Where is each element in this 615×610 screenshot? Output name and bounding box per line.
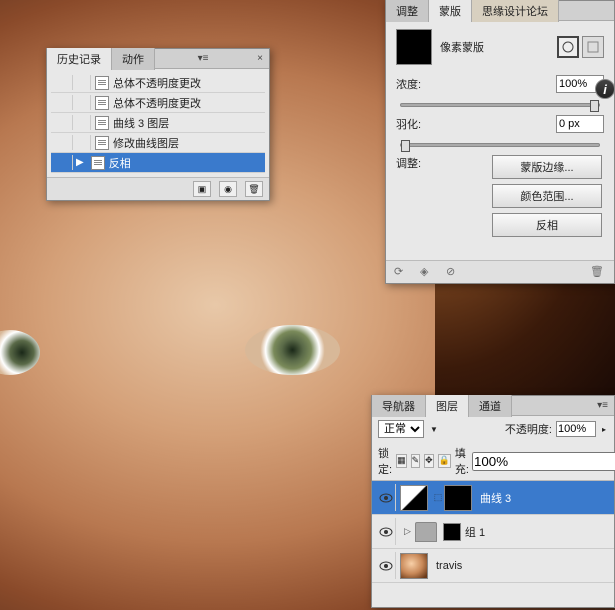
panel-close-icon[interactable]: × [251, 53, 269, 64]
layers-tabs: 导航器 图层 通道 ▾≡ [372, 396, 614, 416]
history-step-icon [95, 116, 109, 130]
vector-mask-button[interactable] [582, 36, 604, 58]
visibility-toggle[interactable] [376, 552, 396, 579]
history-tabs: 历史记录 动作 ▾≡ × [47, 49, 269, 69]
link-icon[interactable]: ⬚ [432, 492, 444, 503]
lock-all-icon[interactable]: 🔒 [438, 454, 451, 468]
history-item-label: 曲线 3 图层 [113, 115, 169, 131]
opacity-input[interactable] [556, 421, 596, 437]
feather-slider[interactable] [400, 143, 600, 147]
group-mask-thumb[interactable] [443, 523, 461, 541]
layers-controls: 正常 ▼ 不透明度: ▸ [372, 416, 614, 442]
layer-item-group[interactable]: ▷ 组 1 [372, 515, 614, 549]
eye-icon [379, 493, 393, 503]
adjust-label: 调整: [396, 155, 436, 171]
history-step-icon [95, 96, 109, 110]
density-slider[interactable] [400, 103, 600, 107]
slider-thumb-icon[interactable] [590, 100, 599, 112]
expand-icon[interactable]: ▷ [400, 526, 415, 537]
mask-body: 像素蒙版 浓度: 羽化: 调整: [386, 21, 614, 260]
layer-name[interactable]: travis [436, 560, 462, 572]
fill-input[interactable] [472, 452, 615, 471]
history-item-label: 反相 [109, 155, 131, 171]
mask-panel: 调整 蒙版 思缘设计论坛 像素蒙版 浓度: 羽化: [385, 0, 615, 284]
panel-menu-icon[interactable]: ▾≡ [192, 53, 215, 64]
trash-icon[interactable]: 🗑 [245, 181, 263, 197]
feather-label: 羽化: [396, 116, 436, 132]
layer-thumb[interactable] [400, 553, 428, 579]
mask-type-label: 像素蒙版 [440, 39, 484, 55]
canvas-eye-right [245, 325, 340, 375]
history-item-label: 总体不透明度更改 [113, 95, 201, 111]
lock-paint-icon[interactable]: ✎ [411, 454, 421, 468]
slider-thumb-icon[interactable] [401, 140, 410, 152]
eye-icon [379, 561, 393, 571]
lock-row: 锁定: ▦ ✎ ✥ 🔒 填充: ▸ [372, 442, 614, 481]
history-item-label: 修改曲线图层 [113, 135, 179, 151]
history-current-icon: ▶ [73, 157, 87, 168]
mask-tabs: 调整 蒙版 思缘设计论坛 [386, 1, 614, 21]
tab-forum[interactable]: 思缘设计论坛 [472, 0, 559, 22]
layer-item-image[interactable]: travis [372, 549, 614, 583]
color-range-button[interactable]: 颜色范围... [492, 184, 602, 208]
tab-actions[interactable]: 动作 [112, 48, 155, 70]
tab-adjustments[interactable]: 调整 [386, 0, 429, 22]
panel-menu-icon[interactable]: ▾≡ [591, 400, 614, 411]
info-icon[interactable]: i [595, 79, 615, 99]
eye-icon [379, 527, 393, 537]
mask-preview[interactable] [396, 29, 432, 65]
layers-panel: 导航器 图层 通道 ▾≡ 正常 ▼ 不透明度: ▸ 锁定: ▦ ✎ ✥ 🔒 填充… [371, 395, 615, 608]
history-item[interactable]: 总体不透明度更改 [51, 93, 265, 113]
density-label: 浓度: [396, 76, 436, 92]
mask-footer: ⟳ ◈ ⊘ 🗑 [386, 260, 614, 283]
feather-input[interactable] [556, 115, 604, 133]
adjustment-thumb[interactable] [400, 485, 428, 511]
blend-mode-select[interactable]: 正常 [378, 420, 424, 438]
layer-name[interactable]: 组 1 [465, 524, 485, 540]
history-item[interactable]: 曲线 3 图层 [51, 113, 265, 133]
pixel-mask-button[interactable] [557, 36, 579, 58]
history-snapshot-icon[interactable]: ▣ [193, 181, 211, 197]
history-step-icon [95, 136, 109, 150]
layer-item-curves[interactable]: ⬚ 曲线 3 [372, 481, 614, 515]
history-item[interactable]: 总体不透明度更改 [51, 73, 265, 93]
lock-move-icon[interactable]: ✥ [424, 454, 434, 468]
history-new-icon[interactable]: ◉ [219, 181, 237, 197]
loading-icon: ⟳ [394, 265, 410, 279]
history-list: 总体不透明度更改 总体不透明度更改 曲线 3 图层 修改曲线图层 ▶ 反相 [47, 69, 269, 177]
mask-disable-icon[interactable]: ⊘ [446, 265, 462, 279]
tab-history[interactable]: 历史记录 [47, 48, 112, 70]
history-item[interactable]: 修改曲线图层 [51, 133, 265, 153]
tab-navigator[interactable]: 导航器 [372, 395, 426, 417]
visibility-toggle[interactable] [376, 518, 396, 545]
tab-channels[interactable]: 通道 [469, 395, 512, 417]
visibility-toggle[interactable] [376, 484, 396, 511]
layer-name[interactable]: 曲线 3 [480, 490, 511, 506]
fill-label: 填充: [455, 445, 469, 477]
chevron-right-icon[interactable]: ▸ [600, 425, 608, 434]
history-step-icon [95, 76, 109, 90]
mask-view-icon[interactable]: ◈ [420, 265, 436, 279]
lock-label: 锁定: [378, 445, 392, 477]
chevron-down-icon: ▼ [428, 425, 440, 434]
tab-masks[interactable]: 蒙版 [429, 0, 472, 22]
invert-button[interactable]: 反相 [492, 213, 602, 237]
mask-thumb[interactable] [444, 485, 472, 511]
mask-edge-button[interactable]: 蒙版边缘... [492, 155, 602, 179]
history-step-icon [91, 156, 105, 170]
history-footer: ▣ ◉ 🗑 [47, 177, 269, 200]
history-item-label: 总体不透明度更改 [113, 75, 201, 91]
history-item[interactable]: ▶ 反相 [51, 153, 265, 173]
lock-transparent-icon[interactable]: ▦ [396, 454, 407, 468]
trash-icon[interactable]: 🗑 [590, 265, 606, 279]
folder-icon [415, 522, 437, 542]
opacity-label: 不透明度: [505, 421, 552, 437]
tab-layers[interactable]: 图层 [426, 395, 469, 417]
history-panel: 历史记录 动作 ▾≡ × 总体不透明度更改 总体不透明度更改 曲线 3 图层 修… [46, 48, 270, 201]
